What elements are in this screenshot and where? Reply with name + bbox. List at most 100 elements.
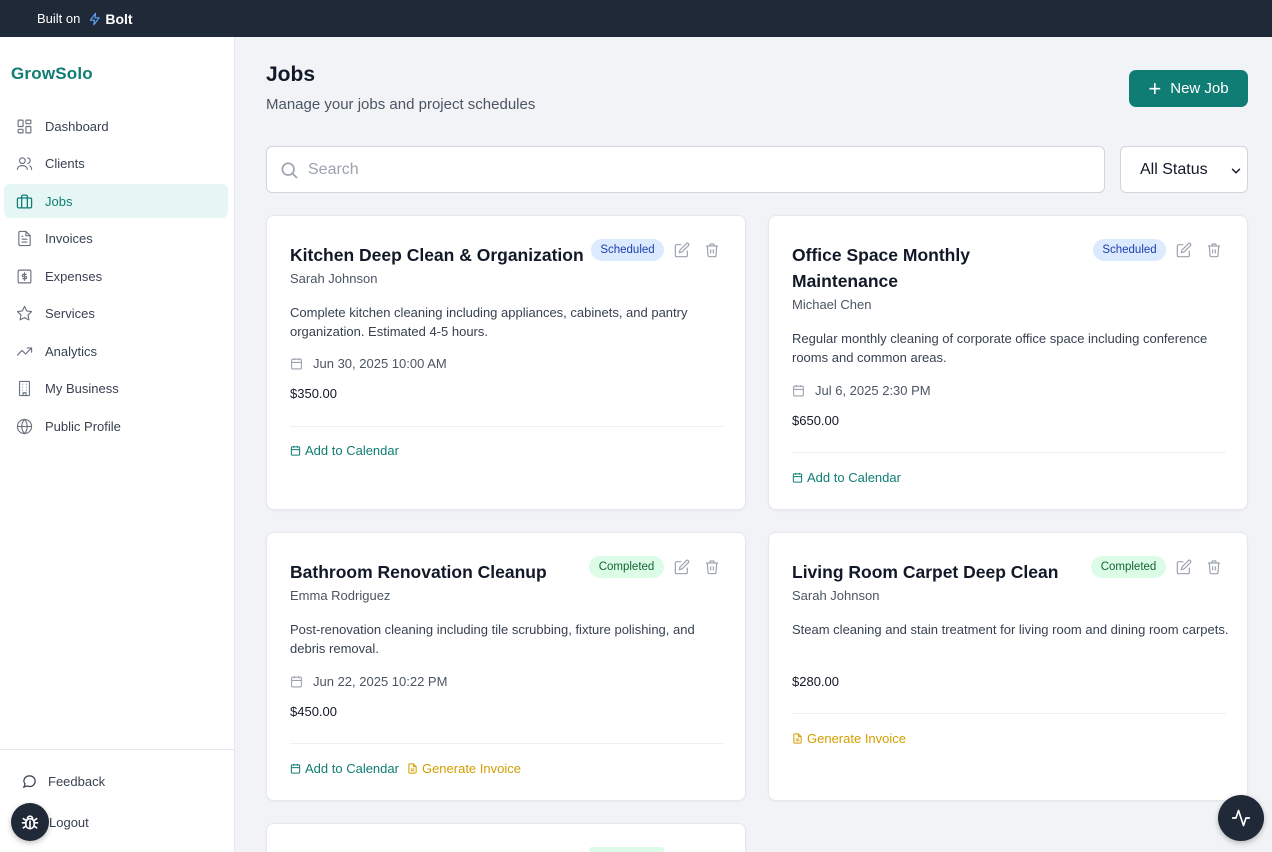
message-circle-icon — [22, 775, 36, 789]
delete-button[interactable] — [704, 559, 720, 575]
card-actions: Add to Calendar — [792, 470, 909, 485]
generate-invoice-link[interactable]: Generate Invoice — [407, 761, 521, 776]
file-text-icon — [793, 733, 802, 744]
edit-button[interactable] — [674, 559, 690, 575]
bug-report-button[interactable] — [11, 803, 49, 841]
job-card — [266, 823, 746, 852]
sidebar-item-label: My Business — [45, 381, 119, 396]
built-on-label: Built on — [37, 11, 81, 26]
job-title: Bathroom Renovation Cleanup — [290, 562, 547, 582]
status-filter-value: All Status — [1140, 160, 1208, 178]
status-badge — [589, 847, 664, 852]
delete-button[interactable] — [1206, 242, 1222, 258]
new-job-button[interactable]: + New Job — [1129, 70, 1248, 107]
job-date-value: Jul 6, 2025 2:30 PM — [815, 383, 931, 398]
job-client: Emma Rodriguez — [290, 588, 391, 603]
status-badge: Completed — [1091, 556, 1166, 578]
globe-icon — [15, 417, 33, 435]
job-card: Bathroom Renovation Cleanup Completed Em… — [266, 532, 746, 801]
chevron-down-icon — [1231, 168, 1241, 174]
new-job-label: New Job — [1170, 80, 1229, 97]
job-price: $350.00 — [290, 386, 337, 401]
sidebar-item-label: Analytics — [45, 343, 98, 359]
bolt-icon — [90, 12, 101, 25]
sidebar-item-label: Dashboard — [45, 118, 109, 134]
dollar-icon — [15, 267, 33, 285]
calendar-icon — [290, 763, 301, 774]
card-actions: Add to Calendar — [290, 443, 407, 458]
job-title: Office Space Monthly Maintenance — [792, 245, 970, 291]
job-description: Complete kitchen cleaning including appl… — [290, 305, 688, 339]
calendar-icon — [291, 358, 302, 370]
building-icon — [15, 380, 33, 398]
sidebar-item-label: Invoices — [45, 231, 93, 246]
job-client: Michael Chen — [792, 297, 872, 312]
file-text-icon — [15, 230, 33, 248]
sidebar-item-services[interactable]: Services — [4, 297, 228, 331]
trash-icon — [706, 243, 718, 258]
logout-button[interactable]: Logout — [49, 815, 89, 830]
sidebar-item-jobs[interactable]: Jobs — [4, 184, 228, 218]
job-date: Jun 22, 2025 10:22 PM — [290, 674, 447, 689]
edit-icon — [674, 559, 690, 575]
job-title: Living Room Carpet Deep Clean — [792, 562, 1059, 582]
card-divider — [792, 452, 1226, 453]
edit-icon — [1176, 242, 1192, 258]
sidebar-item-clients[interactable]: Clients — [4, 147, 228, 181]
sidebar-item-my-business[interactable]: My Business — [4, 372, 228, 406]
delete-button[interactable] — [1206, 559, 1222, 575]
sidebar-item-analytics[interactable]: Analytics — [4, 334, 228, 368]
built-on-bolt-bar: Built on Bolt — [0, 0, 1272, 37]
feedback-label: Feedback — [48, 774, 106, 789]
bolt-link[interactable]: Bolt — [88, 11, 133, 27]
search-input[interactable] — [308, 160, 1088, 179]
sidebar-item-public-profile[interactable]: Public Profile — [4, 409, 228, 443]
trash-icon — [1208, 560, 1220, 575]
job-title: Kitchen Deep Clean & Organization — [290, 245, 584, 265]
card-divider — [792, 713, 1226, 714]
job-description: Regular monthly cleaning of corporate of… — [792, 331, 1208, 365]
sidebar-item-dashboard[interactable]: Dashboard — [4, 109, 228, 143]
plus-icon: + — [1148, 75, 1162, 101]
job-date: Jun 30, 2025 10:00 AM — [290, 356, 447, 371]
edit-icon — [1176, 559, 1192, 575]
job-card: Kitchen Deep Clean & Organization Schedu… — [266, 215, 746, 510]
job-card: Office Space Monthly Maintenance Schedul… — [768, 215, 1248, 510]
sidebar-item-label: Services — [45, 306, 95, 321]
page-title: Jobs — [266, 63, 316, 86]
briefcase-icon — [15, 192, 33, 210]
edit-button[interactable] — [1176, 242, 1192, 258]
job-price: $650.00 — [792, 413, 839, 428]
edit-button[interactable] — [1176, 559, 1192, 575]
sidebar-item-invoices[interactable]: Invoices — [4, 222, 228, 256]
status-badge: Scheduled — [1093, 239, 1166, 261]
job-date: Jul 6, 2025 2:30 PM — [792, 383, 931, 398]
activity-button[interactable] — [1218, 795, 1264, 841]
sidebar: GrowSolo Dashboard Clients Jobs Invoices… — [0, 37, 235, 852]
job-price: $450.00 — [290, 704, 337, 719]
add-to-calendar-label: Add to Calendar — [305, 761, 399, 776]
file-text-icon — [408, 763, 417, 774]
sidebar-nav: Dashboard Clients Jobs Invoices Expenses… — [4, 109, 228, 447]
job-date-value: Jun 22, 2025 10:22 PM — [313, 674, 448, 689]
trash-icon — [706, 560, 718, 575]
calendar-icon — [793, 385, 804, 397]
delete-button[interactable] — [704, 242, 720, 258]
dashboard-icon — [15, 117, 33, 135]
sidebar-item-label: Expenses — [45, 268, 103, 284]
edit-button[interactable] — [674, 242, 690, 258]
add-to-calendar-link[interactable]: Add to Calendar — [290, 443, 399, 458]
add-to-calendar-link[interactable]: Add to Calendar — [290, 761, 399, 776]
add-to-calendar-link[interactable]: Add to Calendar — [792, 470, 901, 485]
trending-up-icon — [15, 342, 33, 360]
feedback-button[interactable]: Feedback — [22, 774, 105, 789]
generate-invoice-link[interactable]: Generate Invoice — [792, 731, 906, 746]
status-filter-select[interactable]: All Status — [1120, 146, 1248, 193]
job-client: Sarah Johnson — [290, 271, 378, 286]
sidebar-item-expenses[interactable]: Expenses — [4, 259, 228, 293]
app-logo[interactable]: GrowSolo — [11, 64, 93, 84]
calendar-icon — [291, 676, 302, 688]
search-icon — [281, 162, 298, 178]
job-description: Steam cleaning and stain treatment for l… — [792, 622, 1229, 637]
generate-invoice-label: Generate Invoice — [807, 731, 907, 746]
